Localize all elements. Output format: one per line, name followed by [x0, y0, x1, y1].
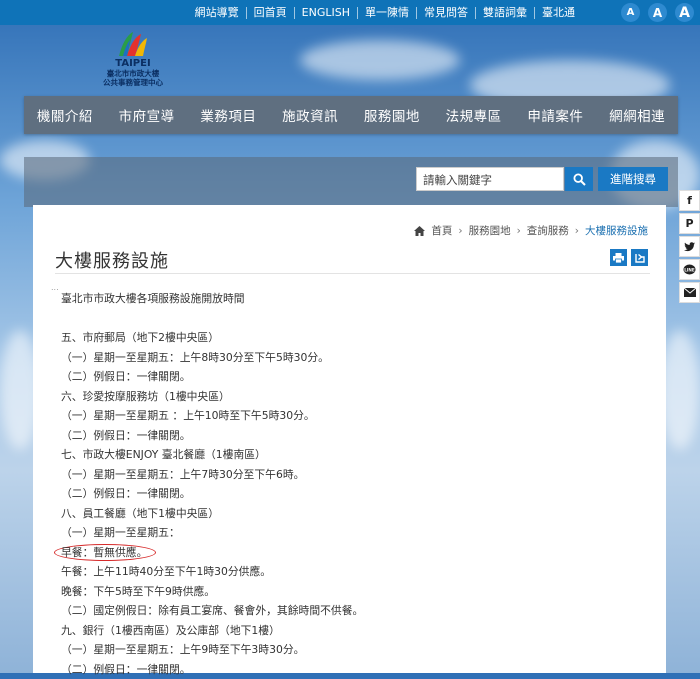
- content-line: （二）例假日：一律關閉。: [61, 367, 363, 387]
- breadcrumb-home[interactable]: 首頁: [431, 223, 452, 238]
- content-line: （一）星期一至星期五：上午7時30分至下午6時。: [61, 465, 363, 485]
- logo-org-line1: 臺北市市政大樓: [90, 69, 176, 78]
- content-line: （一）星期一至星期五 ：上午10時至下午5時30分。: [61, 406, 363, 426]
- plurk-icon[interactable]: P: [679, 213, 700, 234]
- page-tools: [610, 249, 648, 266]
- site-logo[interactable]: TAIPEI 臺北市市政大樓 公共事務管理中心: [90, 30, 176, 90]
- breadcrumb-separator: ›: [517, 225, 521, 237]
- breadcrumb-item-service-area[interactable]: 服務園地: [469, 223, 511, 238]
- logo-org-line2: 公共事務管理中心: [90, 78, 176, 87]
- utility-links: 網站導覽 回首頁 ENGLISH 單一陳情 常見問答 雙語詞彙 臺北通: [188, 0, 582, 25]
- intro-text: 臺北市市政大樓各項服務設施開放時間: [61, 289, 363, 309]
- breadcrumb-current[interactable]: 大樓服務設施: [585, 223, 648, 238]
- breadcrumb-separator: ›: [458, 225, 462, 237]
- taipeipass-link[interactable]: 臺北通: [534, 7, 582, 19]
- content-line: （二）例假日：一律關閉。: [61, 484, 363, 504]
- mail-icon[interactable]: [679, 282, 700, 303]
- ellipsis-marker: ...: [51, 283, 59, 292]
- title-divider: [55, 273, 650, 274]
- nav-item-applications[interactable]: 申請案件: [527, 105, 583, 125]
- font-size-controls: A A A: [621, 3, 694, 22]
- breadcrumb-separator: ›: [575, 225, 579, 237]
- logo-name: TAIPEI: [90, 58, 176, 69]
- font-medium-button[interactable]: A: [648, 3, 667, 22]
- back-icon: [635, 253, 645, 263]
- font-small-button[interactable]: A: [621, 3, 640, 22]
- content-line: （二）例假日：一律關閉。: [61, 426, 363, 446]
- content-line: 五、市府郵局（地下2樓中央區）: [61, 328, 363, 348]
- facebook-icon[interactable]: f: [679, 190, 700, 211]
- content-line: 九、銀行（1樓西南區）及公庫部（地下1樓）: [61, 621, 363, 641]
- content-line: 七、市政大樓ENJOY 臺北餐廳（1樓南區）: [61, 445, 363, 465]
- spacer: [61, 309, 363, 329]
- home-link[interactable]: 回首頁: [246, 7, 294, 19]
- top-utility-bar: 網站導覽 回首頁 ENGLISH 單一陳情 常見問答 雙語詞彙 臺北通 A A …: [0, 0, 700, 25]
- search-icon: [573, 173, 586, 186]
- twitter-icon[interactable]: [679, 236, 700, 257]
- social-share-bar: f P LINE: [679, 190, 700, 305]
- nav-item-regulations[interactable]: 法規專區: [446, 105, 502, 125]
- faq-link[interactable]: 常見問答: [416, 7, 475, 19]
- article-body: 臺北市市政大樓各項服務設施開放時間 五、市府郵局（地下2樓中央區） （一）星期一…: [61, 289, 363, 679]
- content-line: 晚餐：下午5時至下午9時供應。: [61, 582, 363, 602]
- nav-item-service-area[interactable]: 服務園地: [364, 105, 420, 125]
- glossary-link[interactable]: 雙語詞彙: [475, 7, 534, 19]
- breadcrumb-item-query[interactable]: 查詢服務: [527, 223, 569, 238]
- main-nav: 機關介紹 市府宣導 業務項目 施政資訊 服務園地 法規專區 申請案件 網網相連: [24, 96, 678, 134]
- font-large-button[interactable]: A: [675, 3, 694, 22]
- content-line: （一）星期一至星期五：上午8時30分至下午5時30分。: [61, 348, 363, 368]
- sitemap-link[interactable]: 網站導覽: [188, 7, 246, 19]
- nav-item-links[interactable]: 網網相連: [609, 105, 665, 125]
- print-button[interactable]: [610, 249, 627, 266]
- content-line: （二）國定例假日：除有員工宴席、餐會外，其餘時間不供餐。: [61, 601, 363, 621]
- search-panel: 請輸入關鍵字 進階搜尋: [24, 157, 678, 207]
- home-icon: [414, 226, 425, 236]
- print-icon: [613, 253, 624, 263]
- breakfast-line: 早餐：暫無供應。: [61, 543, 363, 563]
- content-line: 六、珍愛按摩服務坊（1樓中央區）: [61, 387, 363, 407]
- nav-item-services[interactable]: 業務項目: [200, 105, 256, 125]
- search-button[interactable]: [565, 167, 593, 191]
- breakfast-highlight: 早餐：暫無供應。: [54, 544, 156, 561]
- cloud: [660, 330, 700, 450]
- nav-item-policy[interactable]: 施政資訊: [282, 105, 338, 125]
- nav-item-promotion[interactable]: 市府宣導: [119, 105, 175, 125]
- advanced-search-button[interactable]: 進階搜尋: [598, 167, 668, 191]
- page-title: 大樓服務設施: [55, 247, 169, 273]
- content-line: 八、員工餐廳（地下1樓中央區）: [61, 504, 363, 524]
- svg-text:LINE: LINE: [684, 267, 695, 272]
- content-line: （一）星期一至星期五：上午9時至下午3時30分。: [61, 640, 363, 660]
- breadcrumb: 首頁 › 服務園地 › 查詢服務 › 大樓服務設施: [414, 223, 648, 238]
- petition-link[interactable]: 單一陳情: [357, 7, 416, 19]
- content-card: 首頁 › 服務園地 › 查詢服務 › 大樓服務設施 大樓服務設施 ... 臺北市…: [33, 205, 666, 673]
- content-line: 午餐：上午11時40分至下午1時30分供應。: [61, 562, 363, 582]
- back-button[interactable]: [631, 249, 648, 266]
- search-input[interactable]: 請輸入關鍵字: [416, 167, 564, 191]
- content-line: （二）例假日：一律關閉。: [61, 660, 363, 679]
- content-line: （一）星期一至星期五：: [61, 523, 363, 543]
- line-icon[interactable]: LINE: [679, 259, 700, 280]
- cloud: [300, 40, 460, 80]
- taipei-logo-icon: [113, 30, 153, 58]
- english-link[interactable]: ENGLISH: [294, 7, 357, 19]
- nav-item-about[interactable]: 機關介紹: [37, 105, 93, 125]
